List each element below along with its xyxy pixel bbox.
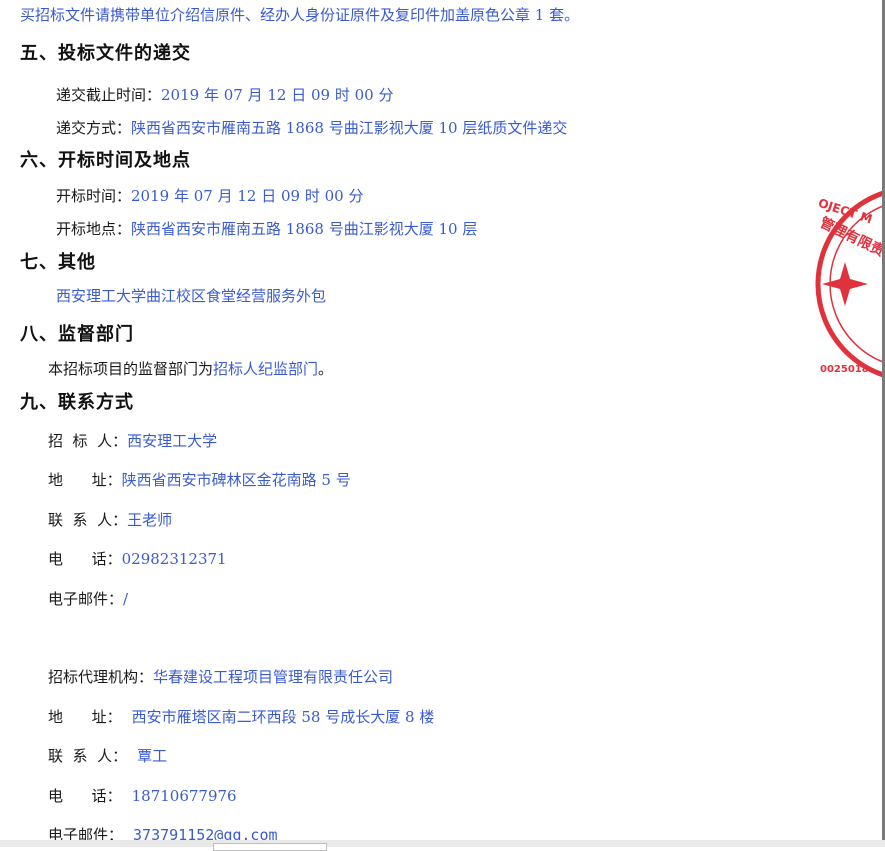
section-7-text: 西安理工大学曲江校区食堂经营服务外包 <box>56 287 327 305</box>
tenderer-phone-label: 电 话： <box>48 550 122 568</box>
opening-time-value: 2019 年 07 月 12 日 09 时 00 分 <box>131 187 364 205</box>
tenderer-contact-value: 王老师 <box>127 511 173 529</box>
agency-address-row: 地 址： 西安市雁塔区南二环西段 58 号成长大厦 8 楼 <box>48 707 434 727</box>
document-page: 买招标文件请携带单位介绍信原件、经办人身份证原件及复印件加盖原色公章 1 套。 … <box>0 0 885 847</box>
supervision-value: 招标人纪监部门 <box>213 360 319 378</box>
bottom-toolbar <box>0 840 885 847</box>
agency-phone-value: 18710677976 <box>131 787 237 805</box>
tenderer-address-row: 地 址：陕西省西安市碑林区金花南路 5 号 <box>48 470 351 490</box>
section-7-title: 七、其他 <box>20 252 96 273</box>
seal-star-icon <box>822 262 868 306</box>
section-8-title: 八、监督部门 <box>20 324 134 345</box>
opening-place-label: 开标地点： <box>56 220 132 238</box>
tenderer-email-row: 电子邮件：/ <box>48 589 128 609</box>
seal-text-bottom: 0025018 <box>820 364 869 375</box>
agency-contact-label: 联 系 人： <box>48 747 128 765</box>
tenderer-contact-row: 联 系 人：王老师 <box>48 510 172 530</box>
tenderer-contact-label: 联 系 人： <box>48 511 128 529</box>
supervision-prefix: 本招标项目的监督部门为 <box>48 360 214 378</box>
deadline-label: 递交截止时间： <box>56 86 162 104</box>
tenderer-phone-value: 02982312371 <box>121 550 227 568</box>
submission-method-label: 递交方式： <box>56 119 132 137</box>
tenderer-email-value: / <box>123 590 129 608</box>
tenderer-address-label: 地 址： <box>48 471 122 489</box>
section-9-title: 九、联系方式 <box>20 392 134 413</box>
tenderer-phone-row: 电 话：02982312371 <box>48 549 227 569</box>
agency-address-value: 西安市雁塔区南二环西段 58 号成长大厦 8 楼 <box>131 708 435 726</box>
agency-row: 招标代理机构：华春建设工程项目管理有限责任公司 <box>48 667 393 687</box>
supervision-row: 本招标项目的监督部门为招标人纪监部门。 <box>48 359 333 379</box>
section-6-title: 六、开标时间及地点 <box>20 150 191 171</box>
tenderer-value: 西安理工大学 <box>127 432 218 450</box>
company-seal: OJECT M 管理有限责任公司 0025018 <box>815 189 885 379</box>
agency-address-label: 地 址： <box>48 708 122 726</box>
tenderer-row: 招 标 人：西安理工大学 <box>48 431 217 451</box>
opening-place-row: 开标地点：陕西省西安市雁南五路 1868 号曲江影视大厦 10 层 <box>56 219 477 239</box>
deadline-value: 2019 年 07 月 12 日 09 时 00 分 <box>161 86 394 104</box>
agency-contact-value: 覃工 <box>137 747 168 765</box>
agency-contact-row: 联 系 人： 覃工 <box>48 746 167 766</box>
deadline-row: 递交截止时间：2019 年 07 月 12 日 09 时 00 分 <box>56 85 393 105</box>
intro-line: 买招标文件请携带单位介绍信原件、经办人身份证原件及复印件加盖原色公章 1 套。 <box>20 6 580 24</box>
opening-place-value: 陕西省西安市雁南五路 1868 号曲江影视大厦 10 层 <box>131 220 478 238</box>
supervision-suffix: 。 <box>318 360 334 378</box>
agency-phone-row: 电 话： 18710677976 <box>48 786 237 806</box>
tenderer-address-value: 陕西省西安市碑林区金花南路 5 号 <box>121 471 351 489</box>
page-number-field[interactable] <box>213 843 327 851</box>
agency-phone-label: 电 话： <box>48 787 122 805</box>
opening-time-label: 开标时间： <box>56 187 132 205</box>
submission-method-row: 递交方式：陕西省西安市雁南五路 1868 号曲江影视大厦 10 层纸质文件递交 <box>56 118 567 138</box>
tenderer-email-label: 电子邮件： <box>48 590 124 608</box>
submission-method-value: 陕西省西安市雁南五路 1868 号曲江影视大厦 10 层纸质文件递交 <box>131 119 568 137</box>
section-5-title: 五、投标文件的递交 <box>20 43 191 64</box>
agency-value: 华春建设工程项目管理有限责任公司 <box>153 668 394 686</box>
tenderer-label: 招 标 人： <box>48 432 128 450</box>
opening-time-row: 开标时间：2019 年 07 月 12 日 09 时 00 分 <box>56 186 363 206</box>
agency-label: 招标代理机构： <box>48 668 154 686</box>
